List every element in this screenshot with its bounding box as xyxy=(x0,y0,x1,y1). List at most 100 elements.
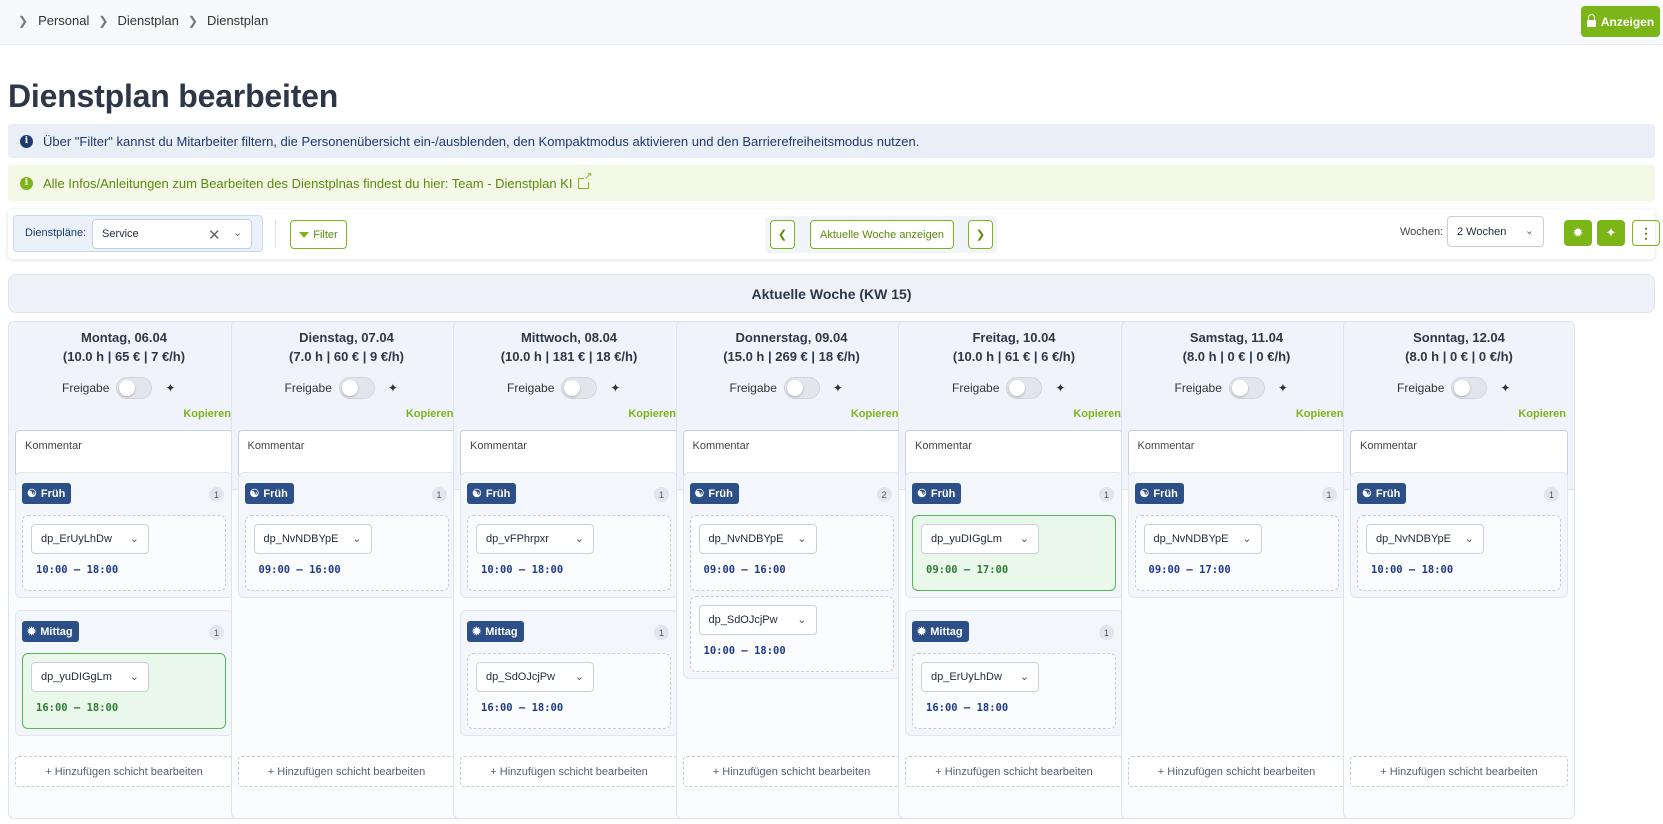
external-link-icon xyxy=(578,171,593,189)
freigabe-toggle[interactable] xyxy=(1451,377,1488,399)
freigabe-toggle[interactable] xyxy=(561,377,598,399)
kopieren-link[interactable]: Kopieren xyxy=(851,408,899,420)
magic-wand-button[interactable]: ✦ xyxy=(1597,220,1625,246)
dienstplaene-value: Service xyxy=(102,228,139,240)
employee-select[interactable]: dp_SdOJcjPw ⌄ xyxy=(698,605,817,635)
current-week-button[interactable]: Aktuelle Woche anzeigen xyxy=(810,220,954,249)
shift-block: ✹ Mittag 1 dp_ErUyLhDw ⌄ 16:00 – 18:00 xyxy=(905,610,1123,736)
wochen-select[interactable]: 2 Wochen ⌄ xyxy=(1447,216,1544,247)
kommentar-field[interactable]: Kommentar xyxy=(237,430,456,477)
employee-select[interactable]: dp_vFPhrpxr ⌄ xyxy=(476,524,594,554)
employee-select[interactable]: dp_SdOJcjPw ⌄ xyxy=(476,662,594,692)
shift-badge[interactable]: ✹ Mittag xyxy=(467,621,524,642)
magic-wand-icon[interactable]: ✦ xyxy=(388,381,398,395)
freigabe-label: Freigabe xyxy=(284,381,332,395)
shift-badge[interactable]: ☯ Früh xyxy=(467,483,517,504)
kopieren-link[interactable]: Kopieren xyxy=(628,408,676,420)
magic-wand-icon[interactable]: ✦ xyxy=(1278,381,1288,395)
shift-badge[interactable]: ☯ Früh xyxy=(244,483,294,504)
employee-select[interactable]: dp_yuDIGgLm ⌄ xyxy=(31,662,149,692)
anzeigen-button[interactable]: Anzeigen xyxy=(1581,6,1660,37)
shift-badge[interactable]: ☯ Früh xyxy=(689,483,739,504)
shift-block: ✹ Mittag 1 dp_yuDIGgLm ⌄ 16:00 – 18:00 xyxy=(15,610,233,736)
employee-select[interactable]: dp_ErUyLhDw ⌄ xyxy=(31,524,149,554)
employee-select[interactable]: dp_NvNDBYpE ⌄ xyxy=(1366,524,1484,554)
add-shift-button[interactable]: + Hinzufügen schicht bearbeiten xyxy=(905,756,1123,787)
dienstplaene-select[interactable]: Service ✕ ⌄ xyxy=(92,219,252,249)
breadcrumb-item-dienstplan[interactable]: Dienstplan xyxy=(117,13,178,28)
add-shift-button[interactable]: + Hinzufügen schicht bearbeiten xyxy=(237,756,456,787)
shift-badge[interactable]: ☯ Früh xyxy=(1357,483,1407,504)
employee-select[interactable]: dp_yuDIGgLm ⌄ xyxy=(921,524,1039,554)
day-column: Samstag, 11.04 (8.0 h | 0 € | 0 €/h) Freig… xyxy=(1120,321,1353,819)
slot-time: 10:00 – 18:00 xyxy=(36,564,119,576)
shift-count-badge: 1 xyxy=(654,487,669,502)
employee-select[interactable]: dp_ErUyLhDw ⌄ xyxy=(921,662,1039,692)
add-shift-button[interactable]: + Hinzufügen schicht bearbeiten xyxy=(460,756,678,787)
employee-select[interactable]: dp_NvNDBYpE ⌄ xyxy=(698,524,817,554)
freigabe-toggle[interactable] xyxy=(338,377,375,399)
add-shift-button[interactable]: + Hinzufügen schicht bearbeiten xyxy=(1350,756,1568,787)
gear-icon: ✹ xyxy=(1572,225,1584,240)
freigabe-toggle[interactable] xyxy=(116,377,153,399)
magic-wand-icon[interactable]: ✦ xyxy=(165,381,175,395)
shift-badge[interactable]: ☯ Früh xyxy=(22,483,72,504)
add-shift-button[interactable]: + Hinzufügen schicht bearbeiten xyxy=(1127,756,1346,787)
shift-name: Mittag xyxy=(40,625,73,638)
shift-badge[interactable]: ☯ Früh xyxy=(1134,483,1184,504)
sun-shift-icon: ✹ xyxy=(917,626,927,638)
kopieren-link[interactable]: Kopieren xyxy=(1073,408,1121,420)
freigabe-toggle[interactable] xyxy=(783,377,820,399)
guide-link[interactable]: Alle Infos/Anleitungen zum Bearbeiten de… xyxy=(43,176,572,191)
filter-button[interactable]: Filter xyxy=(290,220,347,249)
day-title: Freitag, 10.04 xyxy=(972,330,1056,345)
magic-wand-icon[interactable]: ✦ xyxy=(833,381,843,395)
day-stats: (8.0 h | 0 € | 0 €/h) xyxy=(1182,349,1291,364)
freigabe-toggle[interactable] xyxy=(1006,377,1043,399)
clear-icon[interactable]: ✕ xyxy=(208,226,221,244)
magic-wand-icon[interactable]: ✦ xyxy=(1055,381,1065,395)
more-options-button[interactable]: ⋮ xyxy=(1632,220,1660,246)
employee-select[interactable]: dp_NvNDBYpE ⌄ xyxy=(1143,524,1262,554)
shift-badge[interactable]: ✹ Mittag xyxy=(912,621,969,642)
day-title: Samstag, 11.04 xyxy=(1189,330,1284,345)
guide-banner[interactable]: i Alle Infos/Anleitungen zum Bearbeiten … xyxy=(8,165,1655,201)
magic-wand-icon[interactable]: ✦ xyxy=(610,381,620,395)
magic-wand-icon[interactable]: ✦ xyxy=(1500,381,1510,395)
chevron-right-icon: ❯ xyxy=(98,13,109,28)
previous-week-button[interactable]: ❮ xyxy=(770,220,795,249)
kommentar-field[interactable]: Kommentar xyxy=(1127,430,1346,477)
kopieren-link[interactable]: Kopieren xyxy=(183,408,231,420)
kommentar-field[interactable]: Kommentar xyxy=(15,430,233,477)
shift-slot: dp_NvNDBYpE ⌄ 10:00 – 18:00 xyxy=(1357,515,1561,591)
shift-badge[interactable]: ☯ Früh xyxy=(912,483,962,504)
add-shift-button[interactable]: + Hinzufügen schicht bearbeiten xyxy=(15,756,233,787)
lock-icon xyxy=(1586,14,1596,27)
next-week-button[interactable]: ❯ xyxy=(968,220,993,249)
kommentar-field[interactable]: Kommentar xyxy=(905,430,1123,477)
shift-slot: dp_SdOJcjPw ⌄ 10:00 – 18:00 xyxy=(689,596,894,672)
info-text: Über "Filter" kannst du Mitarbeiter filt… xyxy=(43,133,920,149)
add-shift-button[interactable]: + Hinzufügen schicht bearbeiten xyxy=(682,756,901,787)
settings-button[interactable]: ✹ xyxy=(1564,220,1592,246)
shift-badge[interactable]: ✹ Mittag xyxy=(22,621,79,642)
day-title: Dienstag, 07.04 xyxy=(299,330,394,345)
freigabe-toggle[interactable] xyxy=(1228,377,1265,399)
chevron-down-icon[interactable]: ⌄ xyxy=(233,226,242,239)
kommentar-field[interactable]: Kommentar xyxy=(682,430,901,477)
kommentar-field[interactable]: Kommentar xyxy=(1350,430,1568,477)
day-title: Sonntag, 12.04 xyxy=(1413,330,1505,345)
employee-value: dp_vFPhrpxr xyxy=(486,533,549,545)
kommentar-field[interactable]: Kommentar xyxy=(460,430,678,477)
kopieren-link[interactable]: Kopieren xyxy=(406,408,454,420)
kopieren-link[interactable]: Kopieren xyxy=(1518,408,1566,420)
chevron-down-icon: ⌄ xyxy=(574,671,584,683)
info-icon: i xyxy=(20,134,33,148)
kopieren-link[interactable]: Kopieren xyxy=(1296,408,1344,420)
chevron-down-icon: ⌄ xyxy=(1019,671,1029,683)
slot-time: 09:00 – 16:00 xyxy=(258,564,341,576)
employee-select[interactable]: dp_NvNDBYpE ⌄ xyxy=(253,524,372,554)
employee-value: dp_ErUyLhDw xyxy=(931,671,1002,683)
breadcrumb-item-personal[interactable]: Personal xyxy=(38,13,89,28)
shift-block: ☯ Früh 1 dp_NvNDBYpE ⌄ 09:00 – 17:00 xyxy=(1127,472,1346,598)
